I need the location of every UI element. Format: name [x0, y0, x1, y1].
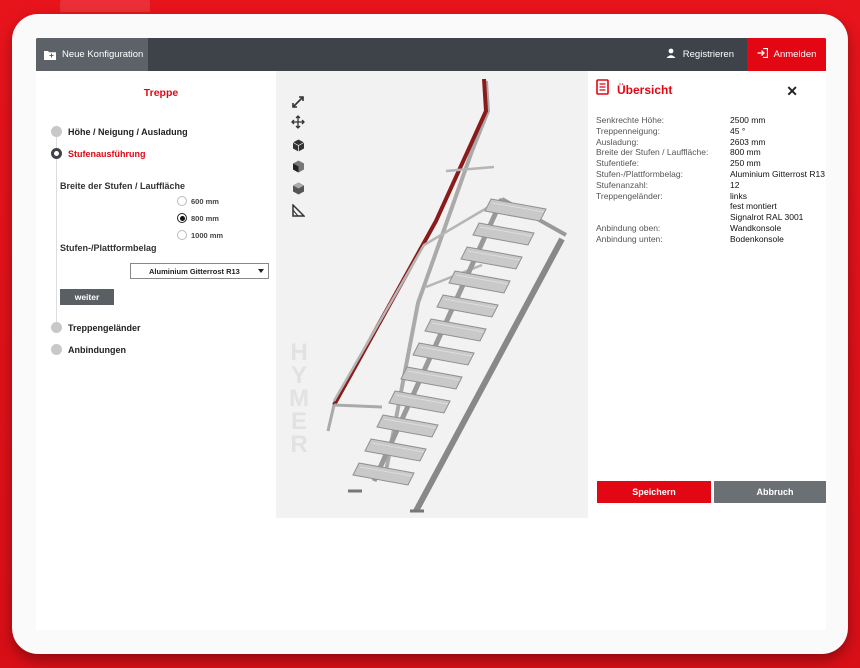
summary-row: Breite der Stufen / Lauffläche: 800 mm [596, 147, 826, 158]
summary-value: Aluminium Gitterrost R13 [730, 168, 825, 179]
summary-value: 45 ° [730, 125, 746, 136]
radio-button[interactable] [177, 230, 187, 240]
radio-label: 600 mm [191, 196, 219, 206]
step-label: Anbindungen [68, 344, 126, 355]
tablet-frame: Neue Konfiguration Registrieren Anmelden… [12, 14, 848, 654]
summary-value: 12 [730, 179, 740, 190]
app-screen: Neue Konfiguration Registrieren Anmelden… [36, 38, 826, 630]
covering-select[interactable]: Aluminium Gitterrost R13 [130, 263, 269, 279]
summary-key: Anbindung unten: [596, 233, 663, 244]
step-height-incline[interactable]: Höhe / Neigung / Ausladung [51, 126, 188, 137]
document-icon [596, 79, 609, 100]
summary-row: Anbindung oben: Wandkonsole [596, 223, 826, 234]
step-label: Höhe / Neigung / Ausladung [68, 126, 188, 137]
step-indicator [51, 344, 62, 355]
summary-value: Bodenkonsole [730, 233, 784, 244]
covering-select-value: Aluminium Gitterrost R13 [149, 266, 240, 276]
summary-value: 250 mm [730, 158, 761, 169]
step-railing[interactable]: Treppengeländer [51, 322, 141, 333]
radio-label: 1000 mm [191, 230, 224, 240]
summary-row: Ausladung: 2603 mm [596, 137, 826, 148]
summary-row: Stufenanzahl: 12 [596, 180, 826, 191]
covering-label: Stufen-/Plattformbelag [60, 243, 157, 253]
step-connections[interactable]: Anbindungen [51, 344, 126, 355]
summary-value: fest montiert [730, 201, 777, 212]
summary-key: Ausladung: [596, 136, 639, 147]
new-configuration-tab[interactable]: Neue Konfiguration [36, 38, 148, 71]
step-step-design[interactable]: Stufenausführung [51, 148, 146, 159]
login-label: Anmelden [773, 49, 817, 60]
summary-key: Stufentiefe: [596, 158, 640, 169]
login-icon [757, 47, 768, 61]
summary-value: Signalrot RAL 3001 [730, 212, 804, 223]
3d-viewer[interactable]: HYMER [276, 71, 588, 518]
user-icon [666, 48, 676, 61]
radio-label: 800 mm [191, 213, 219, 223]
save-button[interactable]: Speichern [597, 481, 711, 503]
summary-row: Stufentiefe: 250 mm [596, 158, 826, 169]
summary-key: Stufenanzahl: [596, 179, 648, 190]
chevron-down-icon [258, 269, 264, 273]
summary-key: Senkrechte Höhe: [596, 115, 665, 125]
summary-title: Übersicht [617, 82, 673, 97]
summary-key [596, 212, 730, 223]
summary-row: Signalrot RAL 3001 [596, 212, 826, 223]
width-option-1000[interactable]: 1000 mm [177, 230, 223, 240]
summary-header: Übersicht [596, 79, 672, 100]
staircase-model [326, 78, 567, 513]
summary-value: 2603 mm [730, 136, 766, 147]
register-link[interactable]: Registrieren [666, 38, 734, 71]
active-step-indicator [51, 148, 62, 159]
step-label: Stufenausführung [68, 148, 146, 159]
summary-row: Stufen-/Plattformbelag: Aluminium Gitterr… [596, 169, 826, 180]
summary-row: Treppenneigung: 45 ° [596, 126, 826, 137]
top-bar: Neue Konfiguration Registrieren Anmelden [36, 38, 826, 71]
radio-button-selected[interactable] [177, 213, 187, 223]
summary-key: Stufen-/Plattformbelag: [596, 168, 683, 179]
close-icon[interactable]: ✕ [786, 83, 798, 100]
summary-panel: Übersicht ✕ Senkrechte Höhe: 2500 mm Trep… [588, 71, 826, 518]
panel-title: Treppe [143, 87, 179, 99]
summary-key: Breite der Stufen / Lauffläche: [596, 147, 709, 158]
summary-row: Treppengeländer: links [596, 191, 826, 202]
radio-button[interactable] [177, 196, 187, 206]
summary-row: Anbindung unten: Bodenkonsole [596, 234, 826, 245]
width-option-800[interactable]: 800 mm [177, 213, 219, 223]
summary-row: Senkrechte Höhe: 2500 mm [596, 115, 826, 126]
summary-key: Treppenneigung: [596, 125, 660, 136]
register-label: Registrieren [682, 49, 734, 60]
login-button[interactable]: Anmelden [747, 38, 826, 71]
cancel-button[interactable]: Abbruch [714, 481, 826, 503]
configuration-panel: Treppe Höhe / Neigung / Ausladung Stufen… [36, 71, 286, 630]
summary-key [596, 201, 730, 212]
next-button[interactable]: weiter [60, 289, 114, 305]
summary-value: 800 mm [730, 147, 761, 158]
new-configuration-label: Neue Konfiguration [62, 49, 144, 60]
width-option-600[interactable]: 600 mm [177, 196, 219, 206]
summary-row: fest montiert [596, 201, 826, 212]
summary-list: Senkrechte Höhe: 2500 mm Treppenneigung: 4… [596, 115, 826, 245]
background-decoration [60, 0, 150, 12]
step-width-label: Breite der Stufen / Lauffläche [60, 181, 186, 191]
summary-value: 2500 mm [730, 115, 766, 125]
step-indicator [51, 126, 62, 137]
summary-key: Anbindung oben: [596, 222, 661, 233]
summary-key: Treppengeländer: [596, 190, 663, 201]
summary-value: links [730, 190, 748, 201]
step-indicator [51, 322, 62, 333]
summary-value: Wandkonsole [730, 222, 782, 233]
step-label: Treppengeländer [68, 322, 141, 333]
folder-icon [44, 50, 56, 60]
